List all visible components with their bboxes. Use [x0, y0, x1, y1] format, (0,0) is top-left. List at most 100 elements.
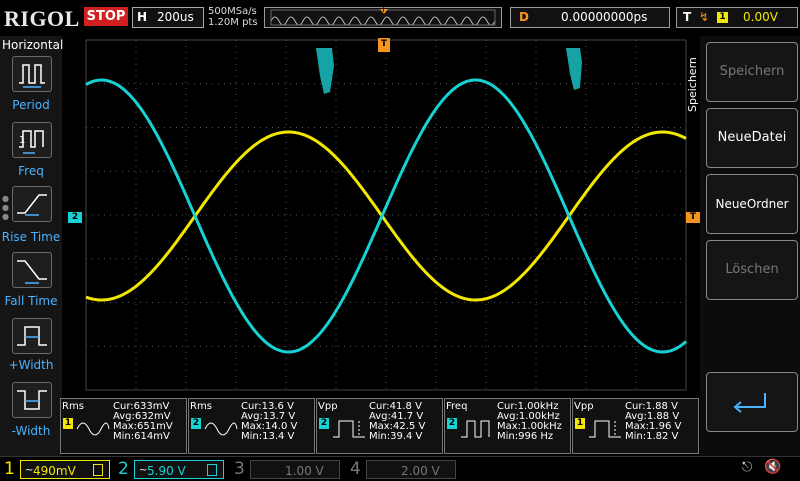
negative-width-button[interactable]	[12, 382, 52, 418]
measurement-name: Rms	[62, 401, 84, 412]
channel-2-scale: 5.90 V	[147, 464, 186, 478]
measurement-item[interactable]: Vpp 1 Cur:1.88 V Avg:1.88 V Max:1.96 V M…	[572, 398, 699, 454]
measurement-values: Cur:633mV Avg:632mV Max:651mV Min:614mV	[113, 402, 173, 442]
usb-icon: ⎋	[742, 460, 753, 475]
vpp-pulse-icon	[589, 420, 621, 438]
channel-2-settings[interactable]: 2 ~ 5.90 V	[114, 459, 226, 479]
trigger-edge-icon: ↯	[699, 10, 710, 24]
measurement-name: Vpp	[574, 401, 594, 412]
graticule	[85, 39, 687, 391]
measurement-values: Cur:13.6 V Avg:13.7 V Max:14.0 V Min:13.…	[241, 402, 297, 442]
channel-2-glitch-right	[566, 48, 582, 90]
trigger-level-value: 0.00V	[743, 10, 778, 24]
measurement-item[interactable]: Freq 2 Cur:1.00kHz Avg:1.00kHz Max:1.00k…	[444, 398, 571, 454]
channel-2-trace	[85, 78, 687, 354]
freq-label: Freq	[18, 164, 44, 178]
channel-1-box: ~ 490mV	[20, 460, 110, 479]
channel-4-box: 2.00 V	[366, 460, 456, 479]
channel-3-number: 3	[234, 459, 245, 479]
channel-3-scale: 1.00 V	[285, 464, 324, 478]
channel-bar: 1 ~ 490mV 2 ~ 5.90 V 3 1.00 V 4 2.00 V ⎋…	[0, 456, 800, 481]
measurement-item[interactable]: Rms 1 Cur:633mV Avg:632mV Max:651mV Min:…	[60, 398, 187, 454]
acquisition-info: 500MSa/s 1.20M pts	[208, 6, 258, 28]
negative-width-label: -Width	[11, 424, 51, 438]
channel-2-box: ~ 5.90 V	[134, 460, 224, 479]
min-value: Min:13.4 V	[241, 431, 295, 442]
vpp-pulse-icon	[333, 420, 365, 438]
trigger-display[interactable]: T ↯ 1 0.00V	[676, 7, 798, 28]
channel-2-number: 2	[118, 459, 129, 479]
positive-width-label: +Width	[8, 358, 54, 372]
rise-time-icon	[17, 194, 47, 216]
min-value: Min:614mV	[113, 431, 170, 442]
delay-display[interactable]: D 0.00000000ps	[510, 7, 670, 28]
channel-badge: 1	[63, 418, 73, 429]
measurement-values: Cur:1.00kHz Avg:1.00kHz Max:1.00kHz Min:…	[497, 402, 562, 442]
fall-time-label: Fall Time	[4, 294, 58, 308]
fall-time-icon	[17, 260, 47, 284]
channel-badge: 2	[191, 418, 201, 429]
measurement-item[interactable]: Vpp 2 Cur:41.8 V Avg:41.7 V Max:42.5 V M…	[316, 398, 443, 454]
measurement-name: Vpp	[318, 401, 338, 412]
negative-width-icon	[17, 390, 47, 410]
measurement-values: Cur:41.8 V Avg:41.7 V Max:42.5 V Min:39.…	[369, 402, 425, 442]
rise-time-label: Rise Time	[1, 230, 61, 244]
rms-sine-icon	[204, 422, 238, 436]
speaker-muted-icon: 🔇	[764, 459, 782, 475]
timebase-value: 200us	[157, 10, 194, 24]
channel-4-settings[interactable]: 4 2.00 V	[346, 459, 458, 479]
freq-pulse-icon	[461, 420, 490, 438]
new-file-button[interactable]: NeueDatei	[706, 108, 798, 168]
memory-depth: 1.20M pts	[208, 17, 258, 28]
delay-value: 0.00000000ps	[561, 10, 648, 24]
run-stop-button[interactable]: STOP	[84, 7, 128, 26]
channel-1-number: 1	[4, 459, 15, 479]
channel-2-ground-marker[interactable]: 2	[68, 212, 82, 223]
channel-1-settings[interactable]: 1 ~ 490mV	[0, 459, 112, 479]
page-dots-icon: ● ● ●	[2, 194, 9, 221]
trigger-level-marker[interactable]: T	[686, 212, 700, 223]
min-value: Min:996 Hz	[497, 431, 554, 442]
period-icon	[19, 64, 45, 88]
return-button[interactable]	[706, 372, 798, 432]
period-label: Period	[12, 98, 50, 112]
freq-button[interactable]: 1	[12, 122, 52, 158]
rms-sine-icon	[76, 422, 110, 436]
trigger-label: T	[683, 10, 692, 24]
delete-button[interactable]: Löschen	[706, 240, 798, 300]
channel-4-number: 4	[350, 459, 361, 479]
min-value: Min:39.4 V	[369, 431, 423, 442]
memory-trigger-marker: T	[381, 5, 386, 14]
channel-badge: 2	[447, 418, 457, 429]
brand-logo: RIGOL	[4, 6, 80, 31]
waveform-display[interactable]: 2 T T	[62, 36, 700, 396]
period-button[interactable]	[12, 56, 52, 92]
fall-time-button[interactable]	[12, 252, 52, 288]
status-bar: RIGOL STOP H 200us 500MSa/s 1.20M pts T …	[0, 0, 800, 36]
save-button[interactable]: Speichern	[706, 42, 798, 102]
memory-overview-bar[interactable]: T	[264, 5, 502, 28]
return-arrow-icon	[733, 393, 766, 413]
bandwidth-limit-icon	[93, 464, 103, 476]
channel-3-settings[interactable]: 3 1.00 V	[230, 459, 342, 479]
measurement-item[interactable]: Rms 2 Cur:13.6 V Avg:13.7 V Max:14.0 V M…	[188, 398, 315, 454]
rise-time-button[interactable]	[12, 186, 52, 222]
channel-badge: 1	[575, 418, 585, 429]
trigger-position-marker[interactable]: T	[378, 38, 390, 52]
horizontal-measure-panel: Horizontal Period 1 Freq ● ● ● Rise Time F…	[0, 36, 64, 456]
sample-rate: 500MSa/s	[208, 6, 257, 17]
trigger-channel-badge: 1	[717, 12, 728, 23]
positive-width-icon	[17, 326, 47, 346]
delay-label: D	[519, 10, 529, 24]
channel-badge: 2	[319, 418, 329, 429]
waveform-canvas	[85, 39, 687, 391]
positive-width-button[interactable]	[12, 318, 52, 354]
timebase-display[interactable]: H 200us	[132, 7, 204, 28]
measurement-values: Cur:1.88 V Avg:1.88 V Max:1.96 V Min:1.8…	[625, 402, 681, 442]
new-folder-button[interactable]: NeueOrdner	[706, 174, 798, 234]
menu-title-vertical: Speichern	[686, 57, 699, 112]
freq-icon: 1	[19, 130, 44, 154]
channel-3-box: 1.00 V	[250, 460, 340, 479]
panel-title: Horizontal	[2, 38, 64, 52]
channel-2-glitch-left	[316, 48, 334, 94]
